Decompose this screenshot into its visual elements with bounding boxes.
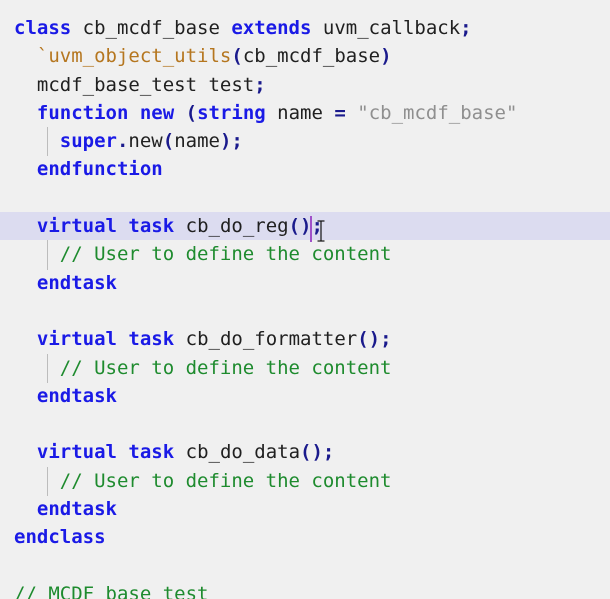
token-cmt: // User to define the content <box>59 243 392 266</box>
token-punc: ) <box>380 45 392 68</box>
code-line[interactable] <box>0 552 610 580</box>
token-kw: extends <box>231 17 312 39</box>
code-line[interactable]: // User to define the content <box>0 466 610 497</box>
token-kw: super <box>59 130 117 153</box>
token-kw: endtask <box>36 498 117 521</box>
token-id: cb_do_reg <box>174 215 289 238</box>
code-editor-pane[interactable]: class cb_mcdf_base extends uvm_callback;… <box>0 0 610 599</box>
token-id: new <box>128 130 163 153</box>
token-punc: ; <box>254 73 266 96</box>
code-line[interactable]: endtask <box>0 269 610 297</box>
token-id: cb_mcdf_base <box>242 45 381 68</box>
code-line[interactable]: endtask <box>0 382 610 410</box>
code-line[interactable]: super.new(name); <box>0 127 610 157</box>
token-kw: class <box>14 17 72 39</box>
code-line[interactable]: virtual task cb_do_reg(); <box>0 212 610 241</box>
token-kw: function <box>36 101 129 124</box>
code-line[interactable]: endfunction <box>0 155 610 183</box>
token-kw: new <box>139 101 175 124</box>
token-punc: ; <box>231 130 243 153</box>
token-id: name <box>265 101 335 124</box>
code-line[interactable] <box>0 184 610 212</box>
token-kw: virtual <box>36 328 117 351</box>
token-kw: virtual <box>36 215 117 238</box>
code-line[interactable]: endtask <box>0 495 610 523</box>
token-punc: ( <box>231 45 243 68</box>
code-line[interactable]: // MCDF base test <box>0 580 610 599</box>
token-id <box>117 328 128 350</box>
code-line[interactable] <box>0 410 610 438</box>
token-punc: ) <box>219 130 232 153</box>
token-punc: ; <box>322 441 335 464</box>
token-macro: `uvm_object_utils <box>36 45 232 68</box>
token-id <box>128 102 139 124</box>
token-str: "cb_mcdf_base" <box>357 101 518 124</box>
token-id: uvm_callback <box>311 17 461 39</box>
token-id: cb_do_data <box>174 441 301 464</box>
token-id <box>346 102 357 124</box>
code-line[interactable] <box>0 297 610 325</box>
token-id: cb_mcdf_base <box>71 17 232 39</box>
token-kw: endfunction <box>36 158 163 181</box>
code-line[interactable]: class cb_mcdf_base extends uvm_callback; <box>0 14 610 42</box>
token-kw: task <box>128 215 175 238</box>
text-caret <box>310 216 312 242</box>
token-kw: endtask <box>36 271 117 294</box>
code-line[interactable]: function new (string name = "cb_mcdf_bas… <box>0 99 610 127</box>
token-punc: . <box>116 130 129 153</box>
code-line[interactable]: // User to define the content <box>0 353 610 384</box>
token-kw: endclass <box>14 526 106 549</box>
token-cmt: // MCDF base test <box>14 582 209 599</box>
token-kw: endtask <box>36 384 117 407</box>
token-id: cb_do_formatter <box>174 328 358 351</box>
token-id: mcdf_base_test test <box>36 73 255 96</box>
token-punc: () <box>288 215 312 238</box>
token-punc: () <box>300 441 323 464</box>
token-punc: ; <box>380 328 392 351</box>
code-line[interactable]: mcdf_base_test test; <box>0 71 610 99</box>
token-op: = <box>334 101 346 124</box>
token-kw: string <box>197 101 266 124</box>
token-punc: () <box>357 328 381 351</box>
token-punc: ( <box>162 130 175 153</box>
token-punc: ( <box>185 101 198 124</box>
token-id <box>174 102 185 124</box>
token-kw: task <box>128 441 175 464</box>
code-line[interactable]: `uvm_object_utils(cb_mcdf_base) <box>0 42 610 70</box>
token-id: name <box>174 130 220 153</box>
code-surface[interactable]: class cb_mcdf_base extends uvm_callback;… <box>0 14 610 599</box>
token-punc: ; <box>311 215 323 238</box>
token-cmt: // User to define the content <box>59 469 392 492</box>
token-id <box>117 441 128 463</box>
token-kw: virtual <box>36 441 117 464</box>
code-line[interactable]: virtual task cb_do_formatter(); <box>0 325 610 353</box>
code-line[interactable]: // User to define the content <box>0 240 610 270</box>
code-line[interactable]: virtual task cb_do_data(); <box>0 438 610 466</box>
token-punc: ; <box>460 17 472 39</box>
token-kw: task <box>128 328 175 351</box>
code-line[interactable]: endclass <box>0 523 610 551</box>
token-cmt: // User to define the content <box>59 356 392 379</box>
token-id <box>117 215 128 237</box>
